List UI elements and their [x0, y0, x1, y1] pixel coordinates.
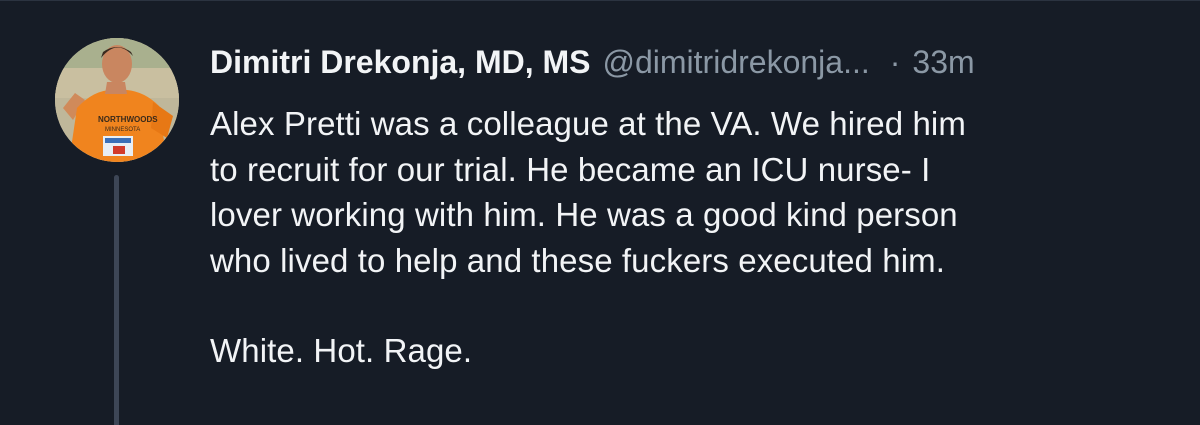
separator-dot: ·: [889, 44, 901, 80]
post-header: Dimitri Drekonja, MD, MS @dimitridrekonj…: [210, 42, 975, 82]
svg-text:NORTHWOODS: NORTHWOODS: [98, 115, 158, 124]
thread-line: [114, 175, 119, 425]
post-body: Alex Pretti was a colleague at the VA. W…: [210, 101, 1170, 374]
profile-photo-icon: NORTHWOODS MINNESOTA: [55, 38, 179, 162]
avatar[interactable]: NORTHWOODS MINNESOTA: [55, 38, 179, 162]
author-display-name[interactable]: Dimitri Drekonja, MD, MS: [210, 42, 591, 82]
post: NORTHWOODS MINNESOTA Dimitri Drekonja, M…: [0, 0, 1200, 425]
author-handle[interactable]: @dimitridrekonja...: [603, 42, 870, 82]
post-timestamp[interactable]: 33m: [912, 42, 974, 82]
post-paragraph: Alex Pretti was a colleague at the VA. W…: [210, 105, 966, 279]
svg-text:MINNESOTA: MINNESOTA: [105, 127, 140, 133]
post-paragraph: White. Hot. Rage.: [210, 332, 473, 369]
